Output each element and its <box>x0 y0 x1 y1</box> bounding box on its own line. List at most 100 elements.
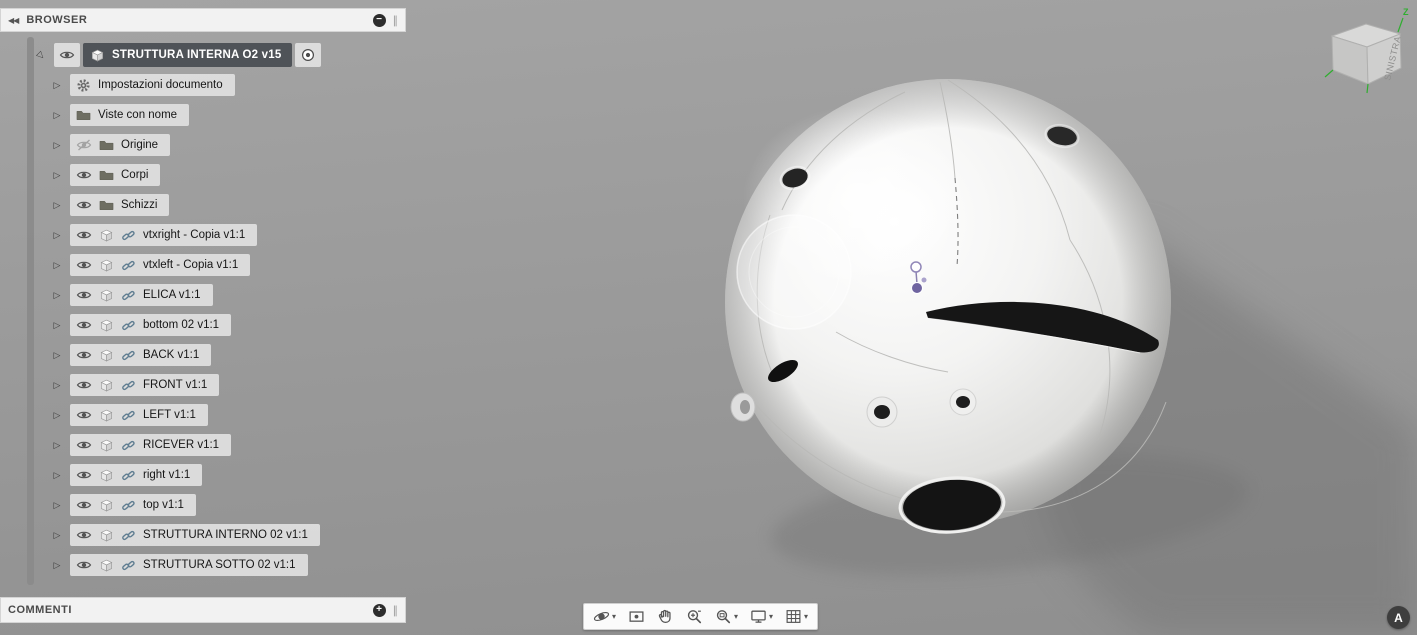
comments-panel-header[interactable]: COMMENTI + ∥ <box>0 597 406 623</box>
disclosure-triangle-icon[interactable]: ▷ <box>50 320 64 331</box>
viewcube[interactable]: SINISTRA Z <box>1318 2 1414 98</box>
browser-tree-row[interactable]: ▷ BACK v1:1 <box>0 340 406 370</box>
visibility-eye-icon[interactable] <box>76 557 92 573</box>
item-label[interactable]: Origine <box>121 139 158 151</box>
visibility-eye-icon[interactable] <box>76 317 92 333</box>
component-icon <box>99 318 114 333</box>
browser-tree-row[interactable]: ▷ RICEVER v1:1 <box>0 430 406 460</box>
browser-tree-row[interactable]: ▷ ELICA v1:1 <box>0 280 406 310</box>
item-label[interactable]: LEFT v1:1 <box>143 409 196 421</box>
nav-tool-display[interactable]: ▾ <box>745 605 778 628</box>
disclosure-triangle-icon[interactable]: ▷ <box>50 230 64 241</box>
browser-tree-row[interactable]: ▷ vtxright - Copia v1:1 <box>0 220 406 250</box>
browser-panel-header[interactable]: ◀◀ BROWSER − ∥ <box>0 8 406 32</box>
browser-tree-row[interactable]: ▷ STRUTTURA SOTTO 02 v1:1 <box>0 550 406 580</box>
visibility-eye-icon[interactable] <box>76 377 92 393</box>
browser-tree-row[interactable]: ▷ LEFT v1:1 <box>0 400 406 430</box>
item-label[interactable]: bottom 02 v1:1 <box>143 319 219 331</box>
item-label[interactable]: right v1:1 <box>143 469 190 481</box>
nav-tool-fit[interactable]: ▾ <box>710 605 743 628</box>
disclosure-triangle-icon[interactable]: ▷ <box>50 500 64 511</box>
disclosure-triangle-icon[interactable]: ▷ <box>50 350 64 361</box>
link-icon <box>121 228 136 243</box>
item-label[interactable]: BACK v1:1 <box>143 349 199 361</box>
nav-tool-orbit[interactable]: ▾ <box>588 605 621 628</box>
visibility-eye-icon[interactable] <box>54 43 80 67</box>
folder-icon <box>99 138 114 153</box>
link-icon <box>121 258 136 273</box>
browser-tree-row[interactable]: ▷ top v1:1 <box>0 490 406 520</box>
browser-tree-row[interactable]: ▷ Origine <box>0 130 406 160</box>
disclosure-triangle-icon[interactable]: ▷ <box>50 470 64 481</box>
disclosure-triangle-expanded-icon[interactable]: ▷ <box>32 46 50 64</box>
minimize-panel-button[interactable]: − <box>372 13 386 27</box>
nav-tool-zoom[interactable] <box>681 605 708 628</box>
left-lens-disc <box>736 214 852 330</box>
browser-root-row[interactable]: ▷ STRUTTURA INTERNA O2 v15 <box>0 40 406 70</box>
browser-tree-row[interactable]: ▷ Impostazioni documento <box>0 70 406 100</box>
browser-tree-row[interactable]: ▷ bottom 02 v1:1 <box>0 310 406 340</box>
root-component-label[interactable]: STRUTTURA INTERNA O2 v15 <box>112 49 281 61</box>
visibility-eye-off-icon[interactable] <box>76 137 92 153</box>
disclosure-triangle-icon[interactable]: ▷ <box>50 260 64 271</box>
nav-tool-look-at[interactable] <box>623 605 650 628</box>
assistant-logo-icon: A <box>1394 610 1403 625</box>
visibility-eye-icon[interactable] <box>76 287 92 303</box>
nav-tool-pan[interactable] <box>652 605 679 628</box>
browser-tree-row[interactable]: ▷ Schizzi <box>0 190 406 220</box>
visibility-eye-icon[interactable] <box>76 437 92 453</box>
visibility-eye-icon[interactable] <box>76 167 92 183</box>
item-label[interactable]: STRUTTURA INTERNO 02 v1:1 <box>143 529 308 541</box>
item-label[interactable]: STRUTTURA SOTTO 02 v1:1 <box>143 559 296 571</box>
disclosure-triangle-icon[interactable]: ▷ <box>50 560 64 571</box>
browser-tree-row[interactable]: ▷ STRUTTURA INTERNO 02 v1:1 <box>0 520 406 550</box>
item-label[interactable]: Viste con nome <box>98 109 177 121</box>
visibility-eye-icon[interactable] <box>76 227 92 243</box>
browser-tree-row[interactable]: ▷ right v1:1 <box>0 460 406 490</box>
visibility-eye-icon[interactable] <box>76 497 92 513</box>
activate-component-radio[interactable] <box>295 43 322 67</box>
item-label[interactable]: vtxleft - Copia v1:1 <box>143 259 238 271</box>
browser-tree-row[interactable]: ▷ Corpi <box>0 160 406 190</box>
item-label[interactable]: ELICA v1:1 <box>143 289 201 301</box>
add-comment-button[interactable]: + <box>372 603 386 617</box>
visibility-eye-icon[interactable] <box>76 407 92 423</box>
visibility-eye-icon[interactable] <box>76 347 92 363</box>
disclosure-triangle-icon[interactable]: ▷ <box>50 410 64 421</box>
disclosure-triangle-icon[interactable]: ▷ <box>50 200 64 211</box>
browser-tree-row[interactable]: ▷ FRONT v1:1 <box>0 370 406 400</box>
folder-icon <box>99 198 114 213</box>
visibility-eye-icon[interactable] <box>76 467 92 483</box>
item-label[interactable]: Impostazioni documento <box>98 79 223 91</box>
panel-drag-grip-icon[interactable]: ∥ <box>393 14 399 27</box>
disclosure-triangle-icon[interactable]: ▷ <box>50 440 64 451</box>
item-label[interactable]: FRONT v1:1 <box>143 379 207 391</box>
disclosure-triangle-icon[interactable]: ▷ <box>50 380 64 391</box>
browser-tree-row[interactable]: ▷ Viste con nome <box>0 100 406 130</box>
item-label[interactable]: RICEVER v1:1 <box>143 439 219 451</box>
disclosure-triangle-icon[interactable]: ▷ <box>50 290 64 301</box>
nav-tool-grid[interactable]: ▾ <box>780 605 813 628</box>
disclosure-triangle-icon[interactable]: ▷ <box>50 530 64 541</box>
item-label[interactable]: Corpi <box>121 169 148 181</box>
browser-tree-row[interactable]: ▷ vtxleft - Copia v1:1 <box>0 250 406 280</box>
item-label[interactable]: Schizzi <box>121 199 157 211</box>
disclosure-triangle-icon[interactable]: ▷ <box>50 80 64 91</box>
visibility-eye-icon[interactable] <box>76 257 92 273</box>
panel-drag-grip-icon[interactable]: ∥ <box>393 604 399 617</box>
z-axis-line <box>1397 17 1404 33</box>
active-component-chip[interactable]: STRUTTURA INTERNA O2 v15 <box>83 43 293 67</box>
left-edge-boss <box>730 392 756 422</box>
navigation-toolbar: ▾ ▾ ▾ ▾ <box>583 603 819 630</box>
item-label[interactable]: top v1:1 <box>143 499 184 511</box>
component-icon <box>99 228 114 243</box>
assistant-button[interactable]: A <box>1387 606 1410 629</box>
item-label[interactable]: vtxright - Copia v1:1 <box>143 229 245 241</box>
visibility-eye-icon[interactable] <box>76 197 92 213</box>
disclosure-triangle-icon[interactable]: ▷ <box>50 140 64 151</box>
link-icon <box>121 438 136 453</box>
disclosure-triangle-icon[interactable]: ▷ <box>50 170 64 181</box>
visibility-eye-icon[interactable] <box>76 527 92 543</box>
collapse-panel-icon[interactable]: ◀◀ <box>8 16 19 25</box>
disclosure-triangle-icon[interactable]: ▷ <box>50 110 64 121</box>
